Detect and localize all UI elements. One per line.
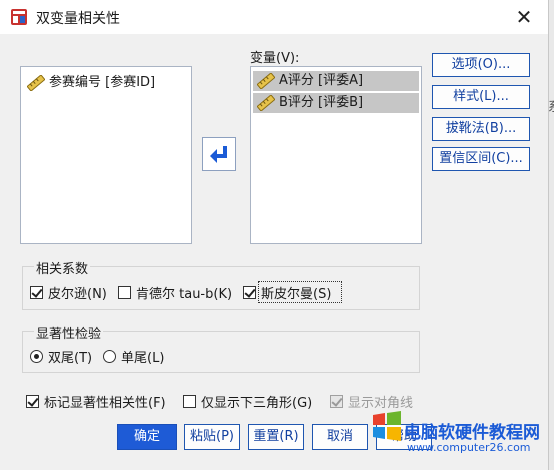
close-icon[interactable]: ✕ [513,6,535,28]
options-button[interactable]: 选项(O)... [432,53,530,77]
confidence-interval-button[interactable]: 置信区间(C)... [432,147,530,171]
scale-variable-icon [257,73,275,89]
group-title: 相关系数 [34,258,91,277]
item-label: A评分 [评委A] [279,73,364,88]
item-label: B评分 [评委B] [279,95,364,110]
variables-list[interactable]: A评分 [评委A] B评分 [评委B] [250,66,422,244]
style-button[interactable]: 样式(L)... [432,85,530,109]
windows-logo-icon [373,411,401,441]
one-tailed-label: 单尾(L) [121,351,165,366]
window-title: 双变量相关性 [36,11,120,27]
two-tailed-radio[interactable] [30,350,43,363]
background-text: 系 [548,96,554,115]
show-diagonal-label: 显示对角线 [348,396,414,411]
move-variable-button[interactable] [202,137,236,171]
group-title: 显著性检验 [34,323,104,342]
ok-button[interactable]: 确定 [117,424,177,450]
cancel-button[interactable]: 取消 [312,424,368,450]
item-label: 参赛编号 [参赛ID] [49,75,156,90]
scale-variable-icon [257,95,275,111]
lower-triangle-checkbox[interactable] [183,395,196,408]
show-diagonal-checkbox[interactable] [330,395,343,408]
pearson-label: 皮尔逊(N) [48,287,107,302]
variables-label: 变量(V): [250,51,300,66]
title-bar: 双变量相关性 ✕ [0,0,548,34]
paste-button[interactable]: 粘贴(P) [184,424,240,450]
bivariate-correlation-dialog: 双变量相关性 ✕ 参赛编号 [参赛ID] 变量(V): A评分 [评委A] B评… [0,0,549,470]
arrow-return-icon [210,146,227,163]
pearson-checkbox[interactable] [30,286,43,299]
watermark-text: 电脑软硬件教程网 [404,423,540,443]
two-tailed-label: 双尾(T) [48,351,93,366]
kendall-checkbox[interactable] [118,286,131,299]
reset-button[interactable]: 重置(R) [248,424,304,450]
watermark-url: www.computer26.com [407,441,531,454]
source-variable-list[interactable]: 参赛编号 [参赛ID] [20,66,192,244]
list-item[interactable]: 参赛编号 [参赛ID] [23,73,155,93]
spearman-checkbox[interactable] [243,286,256,299]
scale-variable-icon [27,75,45,91]
list-item[interactable]: B评分 [评委B] [253,93,419,113]
list-item[interactable]: A评分 [评委A] [253,71,419,91]
lower-triangle-label: 仅显示下三角形(G) [201,396,313,411]
kendall-label: 肯德尔 tau-b(K) [136,287,233,302]
one-tailed-radio[interactable] [103,350,116,363]
bootstrap-button[interactable]: 拔靴法(B)... [432,117,530,141]
flag-significant-checkbox[interactable] [26,395,39,408]
flag-significant-label: 标记显著性相关性(F) [44,396,166,411]
spearman-label: 斯皮尔曼(S) [261,287,332,302]
app-icon [11,9,27,25]
